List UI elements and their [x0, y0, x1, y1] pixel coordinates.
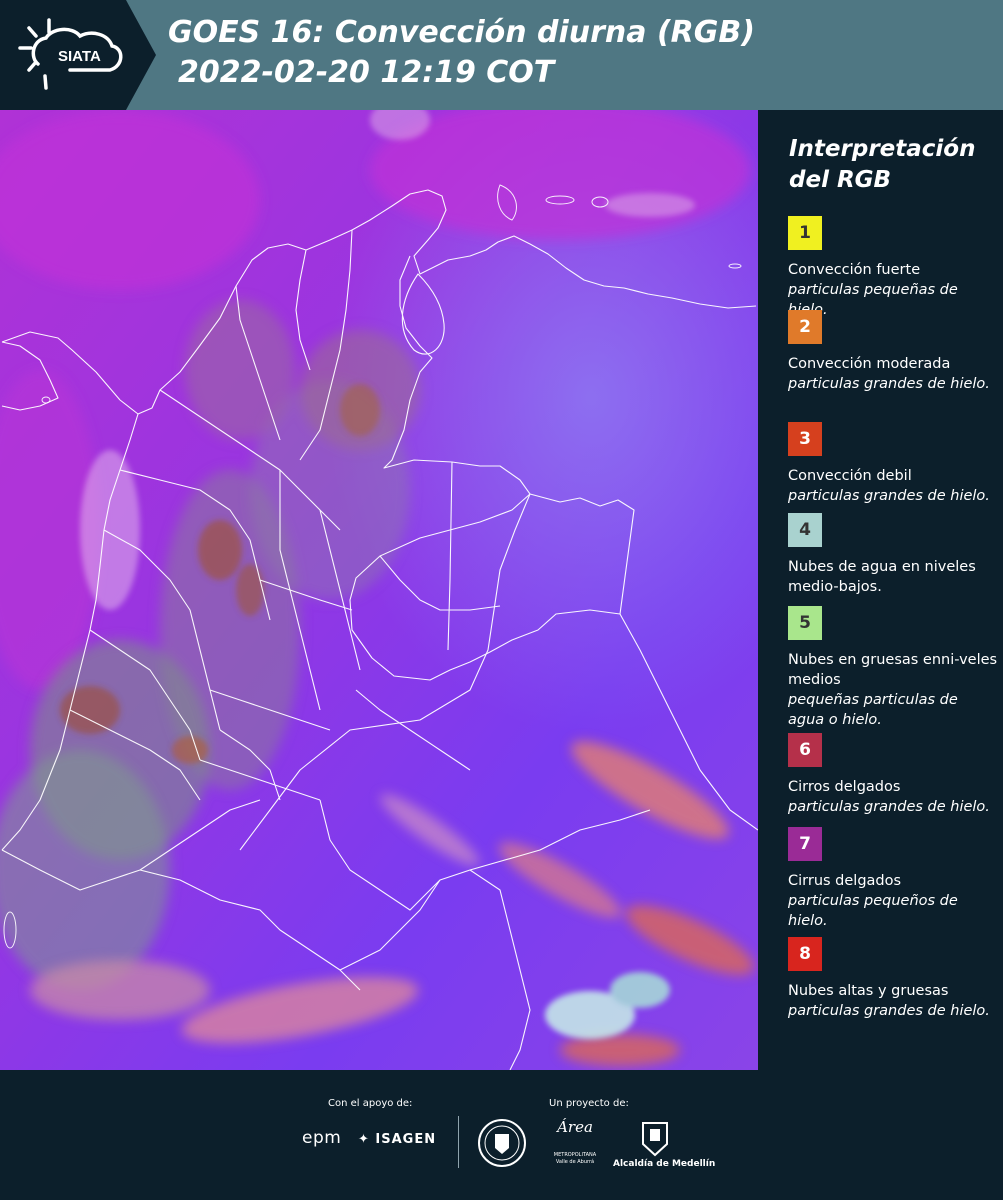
legend-item-5: 5 Nubes en gruesas enni-veles medios peq…	[788, 606, 998, 730]
legend-item-name: Convección moderada	[788, 356, 951, 372]
legend-swatch-8: 8	[788, 937, 822, 971]
area-logo-name: Área	[557, 1118, 593, 1136]
area-metropolitana-logo: Área METROPOLITANA Valle de Aburrá	[550, 1118, 600, 1172]
legend-item-3: 3 Convección debil particulas grandes de…	[788, 422, 998, 506]
legend-item-desc: particulas pequeños de hielo.	[788, 893, 958, 929]
legend-swatch-2: 2	[788, 310, 822, 344]
legend-item-name: Convección debil	[788, 468, 912, 484]
legend-swatch-7: 7	[788, 827, 822, 861]
legend-item-6: 6 Cirros delgados particulas grandes de …	[788, 733, 998, 817]
legend-item-name: Nubes altas y gruesas	[788, 983, 949, 999]
siata-logo-text: SIATA	[58, 48, 101, 65]
legend-item-2: 2 Convección moderada particulas grandes…	[788, 310, 998, 394]
epm-logo: epm	[302, 1128, 342, 1148]
area-sub-line2: Valle de Aburrá	[555, 1159, 595, 1165]
legend-item-name: Nubes de agua en niveles medio-bajos.	[788, 559, 976, 595]
rgb-legend-panel: Interpretación del RGB 1 Convección fuer…	[758, 110, 1003, 1070]
legend-item-name: Cirros delgados	[788, 779, 901, 795]
legend-item-name: Convección fuerte	[788, 262, 921, 278]
satellite-rgb-map-icon	[0, 110, 758, 1070]
footer-divider	[458, 1116, 459, 1168]
page-timestamp: 2022-02-20 12:19 COT	[178, 55, 555, 90]
legend-swatch-5: 5	[788, 606, 822, 640]
page-title: GOES 16: Convección diurna (RGB)	[168, 15, 755, 50]
legend-swatch-6: 6	[788, 733, 822, 767]
legend-item-4: 4 Nubes de agua en niveles medio-bajos.	[788, 513, 998, 597]
legend-item-name: Cirrus delgados	[788, 873, 902, 889]
legend-item-name: Nubes en gruesas enni-veles medios	[788, 652, 998, 688]
satellite-map	[0, 110, 758, 1070]
medellin-seal-icon	[477, 1118, 527, 1172]
siata-logo: SIATA	[0, 0, 156, 110]
legend-title-line1: Interpretación	[789, 136, 976, 162]
legend-swatch-4: 4	[788, 513, 822, 547]
legend-item-7: 7 Cirrus delgados particulas pequeños de…	[788, 827, 998, 931]
legend-item-8: 8 Nubes altas y gruesas particulas grand…	[788, 937, 998, 1021]
footer: Con el apoyo de: Un proyecto de: epm ✦ I…	[0, 1070, 1003, 1200]
legend-item-desc: particulas grandes de hielo.	[788, 376, 990, 392]
legend-title-line2: del RGB	[789, 167, 892, 193]
legend-item-desc: particulas grandes de hielo.	[788, 1003, 990, 1019]
project-label: Un proyecto de:	[549, 1098, 629, 1109]
legend-item-desc: particulas grandes de hielo.	[788, 488, 990, 504]
area-sub-line1: METROPOLITANA	[553, 1152, 597, 1158]
legend-title: Interpretación del RGB	[789, 134, 989, 196]
alcaldia-label: Alcaldía de Medellín	[613, 1159, 716, 1169]
isagen-logo: ✦ ISAGEN	[358, 1132, 437, 1147]
alcaldia-shield-icon	[640, 1120, 670, 1162]
support-label: Con el apoyo de:	[328, 1098, 413, 1109]
legend-item-desc: pequeñas particulas de agua o hielo.	[788, 692, 958, 728]
legend-swatch-3: 3	[788, 422, 822, 456]
isagen-logo-text: ISAGEN	[375, 1132, 437, 1147]
header-bar: SIATA GOES 16: Convección diurna (RGB) 2…	[0, 0, 1003, 110]
area-logo-subtitle: METROPOLITANA Valle de Aburrá	[550, 1152, 600, 1166]
legend-item-desc: particulas grandes de hielo.	[788, 799, 990, 815]
legend-item-1: 1 Convección fuerte particulas pequeñas …	[788, 216, 998, 320]
legend-swatch-1: 1	[788, 216, 822, 250]
